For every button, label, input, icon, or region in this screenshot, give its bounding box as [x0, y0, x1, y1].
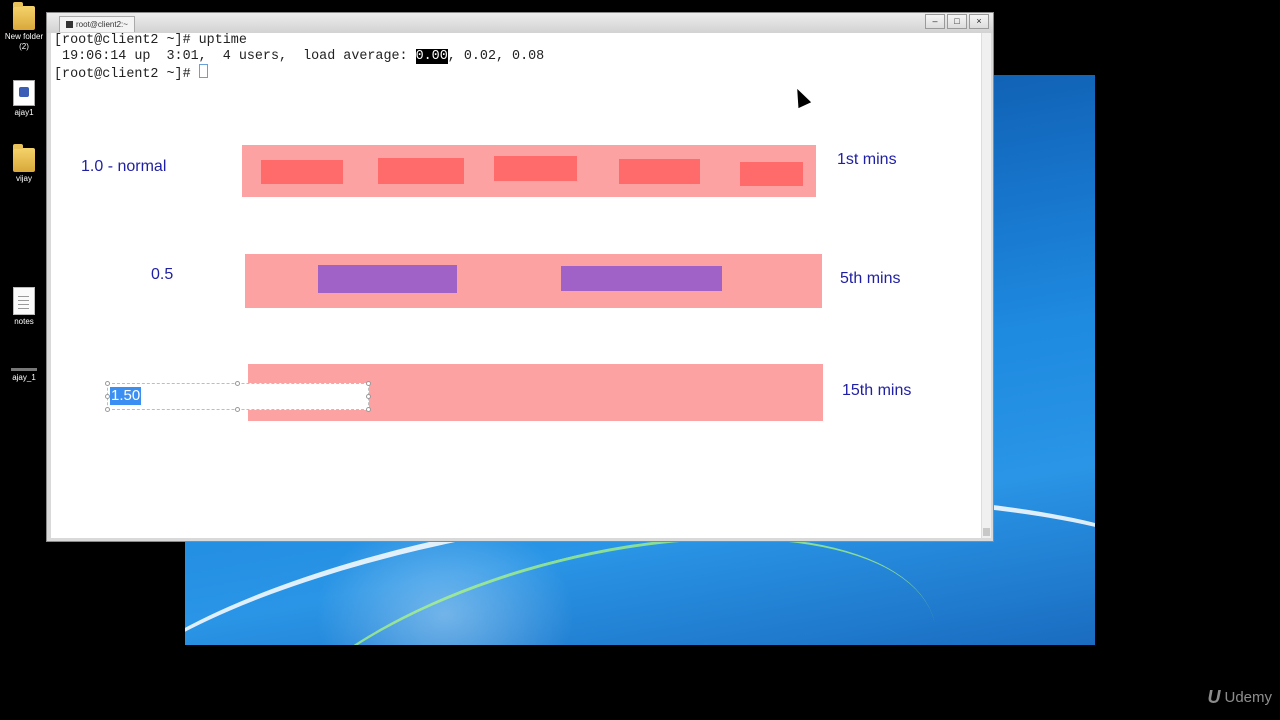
resize-handle[interactable] [235, 407, 240, 412]
vertical-scrollbar[interactable] [981, 33, 991, 538]
terminal-output: [root@client2 ~]# uptime 19:06:14 up 3:0… [54, 33, 544, 83]
label-15th-mins: 15th mins [842, 382, 912, 399]
load-block [378, 158, 464, 184]
desktop-icon-label: ajay1 [14, 108, 34, 117]
resize-handle[interactable] [366, 407, 371, 412]
desktop-icon-ajay1[interactable]: ajay1 [2, 80, 46, 118]
label-1st-mins: 1st mins [837, 151, 897, 168]
resize-handle[interactable] [366, 381, 371, 386]
desktop-icon-label: vijay [15, 174, 32, 183]
udemy-watermark: U Udemy [1207, 687, 1272, 708]
close-button[interactable]: × [969, 14, 989, 29]
desktop-icon-vijay[interactable]: vijay [2, 144, 46, 184]
file-icon [13, 287, 35, 315]
desktop-icon-label: notes [14, 317, 34, 326]
resize-handle[interactable] [105, 407, 110, 412]
udemy-logo-icon: U [1207, 687, 1221, 707]
script-icon [13, 80, 35, 106]
resize-handle[interactable] [235, 381, 240, 386]
resize-handle[interactable] [366, 394, 371, 399]
watermark-text: Udemy [1224, 689, 1272, 706]
resize-handle[interactable] [105, 381, 110, 386]
load-block [318, 265, 457, 293]
shortcut-icon [11, 368, 37, 371]
minimize-button[interactable]: – [925, 14, 945, 29]
terminal-line-command: [root@client2 ~]# uptime [54, 33, 247, 48]
load-block [261, 160, 343, 184]
folder-icon [13, 2, 35, 30]
desktop-icon-new-folder[interactable]: New folder (2) [2, 2, 46, 52]
tab-terminal[interactable]: root@client2:~ [59, 16, 135, 32]
label-high-load[interactable]: 1.50 [110, 387, 142, 405]
load-block [619, 159, 700, 184]
folder-icon [13, 144, 35, 172]
terminal-line-uptime-suffix: , 0.02, 0.08 [447, 48, 545, 64]
label-half-load: 0.5 [151, 266, 174, 283]
desktop-icon-ajay-1[interactable]: ajay_1 [2, 368, 46, 383]
label-5th-mins: 5th mins [840, 270, 901, 287]
terminal-line-uptime-prefix: 19:06:14 up 3:01, 4 users, load average: [54, 48, 416, 64]
desktop-icon-label: ajay_1 [12, 373, 36, 382]
load-block [494, 156, 577, 181]
maximize-button[interactable]: □ [947, 14, 967, 29]
terminal-line-prompt: [root@client2 ~]# [54, 67, 199, 82]
scrollbar-thumb[interactable] [983, 528, 990, 536]
window-controls: – □ × [925, 14, 989, 29]
load-average-1min: 0.00 [415, 48, 448, 64]
title-bar[interactable]: root@client2:~ – □ × [47, 13, 993, 33]
desktop-icon-label: New folder (2) [4, 32, 44, 51]
terminal-icon [66, 21, 73, 28]
label-normal-load: 1.0 - normal [81, 158, 167, 175]
load-block [740, 162, 803, 186]
text-cursor [198, 64, 208, 78]
tab-title: root@client2:~ [76, 20, 128, 29]
desktop-icon-notes[interactable]: notes [2, 287, 46, 327]
text-box-selection[interactable] [107, 383, 369, 410]
load-block [561, 266, 722, 291]
